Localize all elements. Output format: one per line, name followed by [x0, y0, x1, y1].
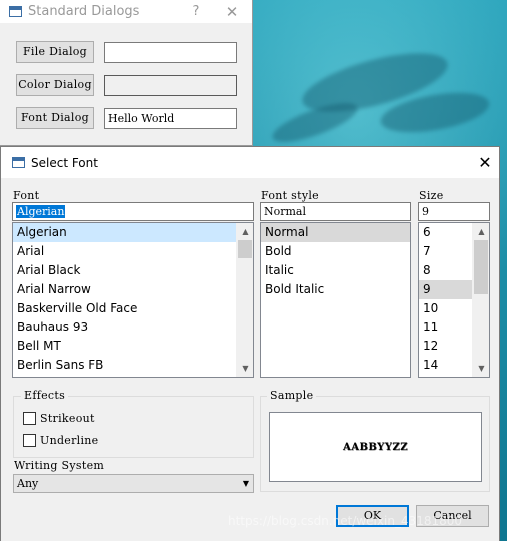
writing-system-combo[interactable]: Any ▼	[13, 474, 254, 493]
writing-system-value: Any	[17, 477, 39, 490]
scroll-down-arrow-icon[interactable]: ▼	[473, 360, 489, 377]
font-style-list-item[interactable]: Italic	[261, 261, 410, 280]
file-dialog-row: File Dialog	[16, 41, 237, 63]
sample-text: AABBYYZZ	[342, 441, 409, 453]
scroll-thumb[interactable]	[238, 240, 252, 258]
font-list-item[interactable]: Baskerville Old Face	[13, 299, 236, 318]
color-preview-field	[104, 74, 237, 96]
select-font-titlebar: Select Font ✕	[1, 147, 499, 178]
font-label: Font	[13, 189, 40, 202]
font-style-label: Font style	[261, 189, 319, 202]
font-list-item[interactable]: Algerian	[13, 223, 236, 242]
help-icon[interactable]: ?	[180, 4, 212, 19]
effects-group	[13, 396, 254, 458]
chevron-down-icon: ▼	[242, 479, 249, 488]
strikeout-label: Strikeout	[40, 412, 95, 425]
font-preview-field: Hello World	[104, 107, 237, 129]
color-dialog-button[interactable]: Color Dialog	[16, 74, 94, 96]
strikeout-checkbox[interactable]	[23, 412, 36, 425]
effects-title: Effects	[21, 389, 69, 402]
size-list-item[interactable]: 9	[419, 280, 472, 299]
file-path-field	[104, 41, 237, 63]
font-list-item[interactable]: Arial Narrow	[13, 280, 236, 299]
size-list-item[interactable]: 10	[419, 299, 472, 318]
standard-dialogs-title: Standard Dialogs	[28, 4, 140, 19]
underline-option[interactable]: Underline	[23, 434, 99, 447]
scroll-thumb[interactable]	[474, 240, 488, 294]
sample-preview: AABBYYZZ	[269, 412, 482, 482]
font-list-item[interactable]: Berlin Sans FB	[13, 356, 236, 375]
font-style-input[interactable]: Normal	[260, 202, 411, 221]
close-icon[interactable]: ✕	[212, 3, 252, 21]
underline-checkbox[interactable]	[23, 434, 36, 447]
font-dialog-button[interactable]: Font Dialog	[16, 107, 94, 129]
size-list-item[interactable]: 14	[419, 356, 472, 375]
size-list-item[interactable]: 7	[419, 242, 472, 261]
font-list-item[interactable]: Bell MT	[13, 337, 236, 356]
sample-title: Sample	[267, 389, 317, 402]
standard-dialogs-window: Standard Dialogs ? ✕ File Dialog Color D…	[0, 0, 253, 146]
font-list-item[interactable]: Bauhaus 93	[13, 318, 236, 337]
scroll-down-arrow-icon[interactable]: ▼	[237, 360, 253, 377]
font-list[interactable]: Algerian Arial Arial Black Arial Narrow Bask…	[12, 222, 254, 378]
watermark-text: https://blog.csdn.net/weixin_43181800	[228, 514, 463, 528]
font-style-list-item[interactable]: Bold Italic	[261, 280, 410, 299]
font-list-item[interactable]: Arial	[13, 242, 236, 261]
font-list-item[interactable]: Arial Black	[13, 261, 236, 280]
size-list-item[interactable]: 6	[419, 223, 472, 242]
size-list-item[interactable]: 8	[419, 261, 472, 280]
writing-system-label: Writing System	[14, 459, 105, 472]
standard-dialogs-titlebar: Standard Dialogs ? ✕	[0, 0, 252, 23]
strikeout-option[interactable]: Strikeout	[23, 412, 95, 425]
font-dialog-row: Font Dialog Hello World	[16, 107, 237, 129]
font-name-input[interactable]: Algerian	[12, 202, 254, 221]
file-dialog-button[interactable]: File Dialog	[16, 41, 94, 63]
size-list[interactable]: 6 7 8 9 10 11 12 14 ▲ ▼	[418, 222, 490, 378]
select-font-title: Select Font	[31, 155, 98, 170]
scroll-up-arrow-icon[interactable]: ▲	[473, 223, 489, 240]
font-style-list[interactable]: Normal Bold Italic Bold Italic	[260, 222, 411, 378]
window-icon	[9, 6, 22, 17]
close-icon[interactable]: ✕	[471, 153, 499, 172]
size-label: Size	[419, 189, 444, 202]
size-list-item[interactable]: 12	[419, 337, 472, 356]
underline-label: Underline	[40, 434, 99, 447]
font-style-list-item[interactable]: Normal	[261, 223, 410, 242]
font-style-list-item[interactable]: Bold	[261, 242, 410, 261]
size-input[interactable]: 9	[418, 202, 490, 221]
size-list-scrollbar[interactable]: ▲ ▼	[472, 223, 489, 377]
color-dialog-row: Color Dialog	[16, 74, 237, 96]
select-font-dialog: Select Font ✕ Font Algerian Algerian Aria…	[0, 146, 500, 541]
font-list-scrollbar[interactable]: ▲ ▼	[236, 223, 253, 377]
font-name-selection: Algerian	[16, 205, 66, 218]
scroll-up-arrow-icon[interactable]: ▲	[237, 223, 253, 240]
window-icon	[12, 157, 25, 168]
size-list-item[interactable]: 11	[419, 318, 472, 337]
